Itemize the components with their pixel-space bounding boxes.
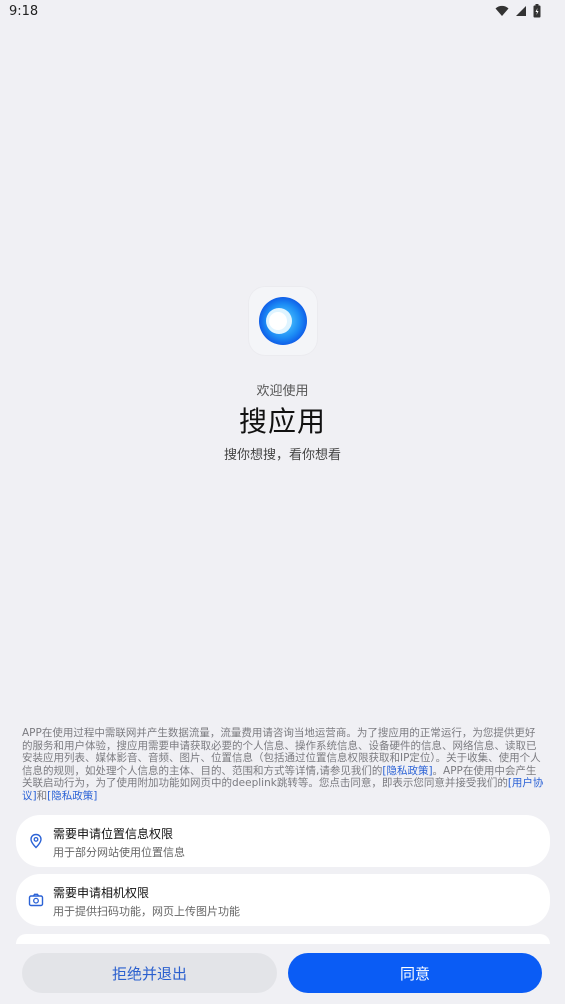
status-icons <box>495 4 541 18</box>
app-slogan: 搜你想搜，看你想看 <box>223 448 341 463</box>
permission-desc: 用于部分网站使用位置信息 <box>53 846 185 859</box>
permission-card-location: 需要申请位置信息权限 用于部分网站使用位置信息 <box>16 815 550 867</box>
privacy-notice: APP在使用过程中需联网并产生数据流量，流量费用请咨询当地运营商。为了搜应用的正… <box>22 727 544 802</box>
permission-title: 需要申请相机权限 <box>53 886 150 900</box>
wifi-icon <box>495 5 509 16</box>
permission-desc: 用于提供扫码功能，网页上传图片功能 <box>53 905 240 918</box>
privacy-notice-text-3: 和 <box>36 789 48 802</box>
privacy-policy-link[interactable]: [隐私政策] <box>382 765 432 777</box>
privacy-policy-link-2[interactable]: [隐私政策] <box>47 790 97 802</box>
status-time: 9:18 <box>9 4 39 19</box>
status-bar: 9:18 <box>0 0 565 24</box>
permission-title: 需要申请位置信息权限 <box>53 827 174 841</box>
app-name: 搜应用 <box>238 405 326 438</box>
camera-icon <box>28 893 44 907</box>
permission-card-partial <box>16 934 550 944</box>
agree-button[interactable]: 同意 <box>288 953 542 993</box>
location-pin-icon <box>30 833 42 849</box>
welcome-text: 欢迎使用 <box>256 384 309 399</box>
battery-icon <box>533 4 541 18</box>
reject-and-exit-button[interactable]: 拒绝并退出 <box>22 953 277 993</box>
app-logo <box>249 287 317 355</box>
permission-card-camera: 需要申请相机权限 用于提供扫码功能，网页上传图片功能 <box>16 874 550 926</box>
signal-icon <box>516 6 526 16</box>
app-logo-icon <box>259 297 307 345</box>
